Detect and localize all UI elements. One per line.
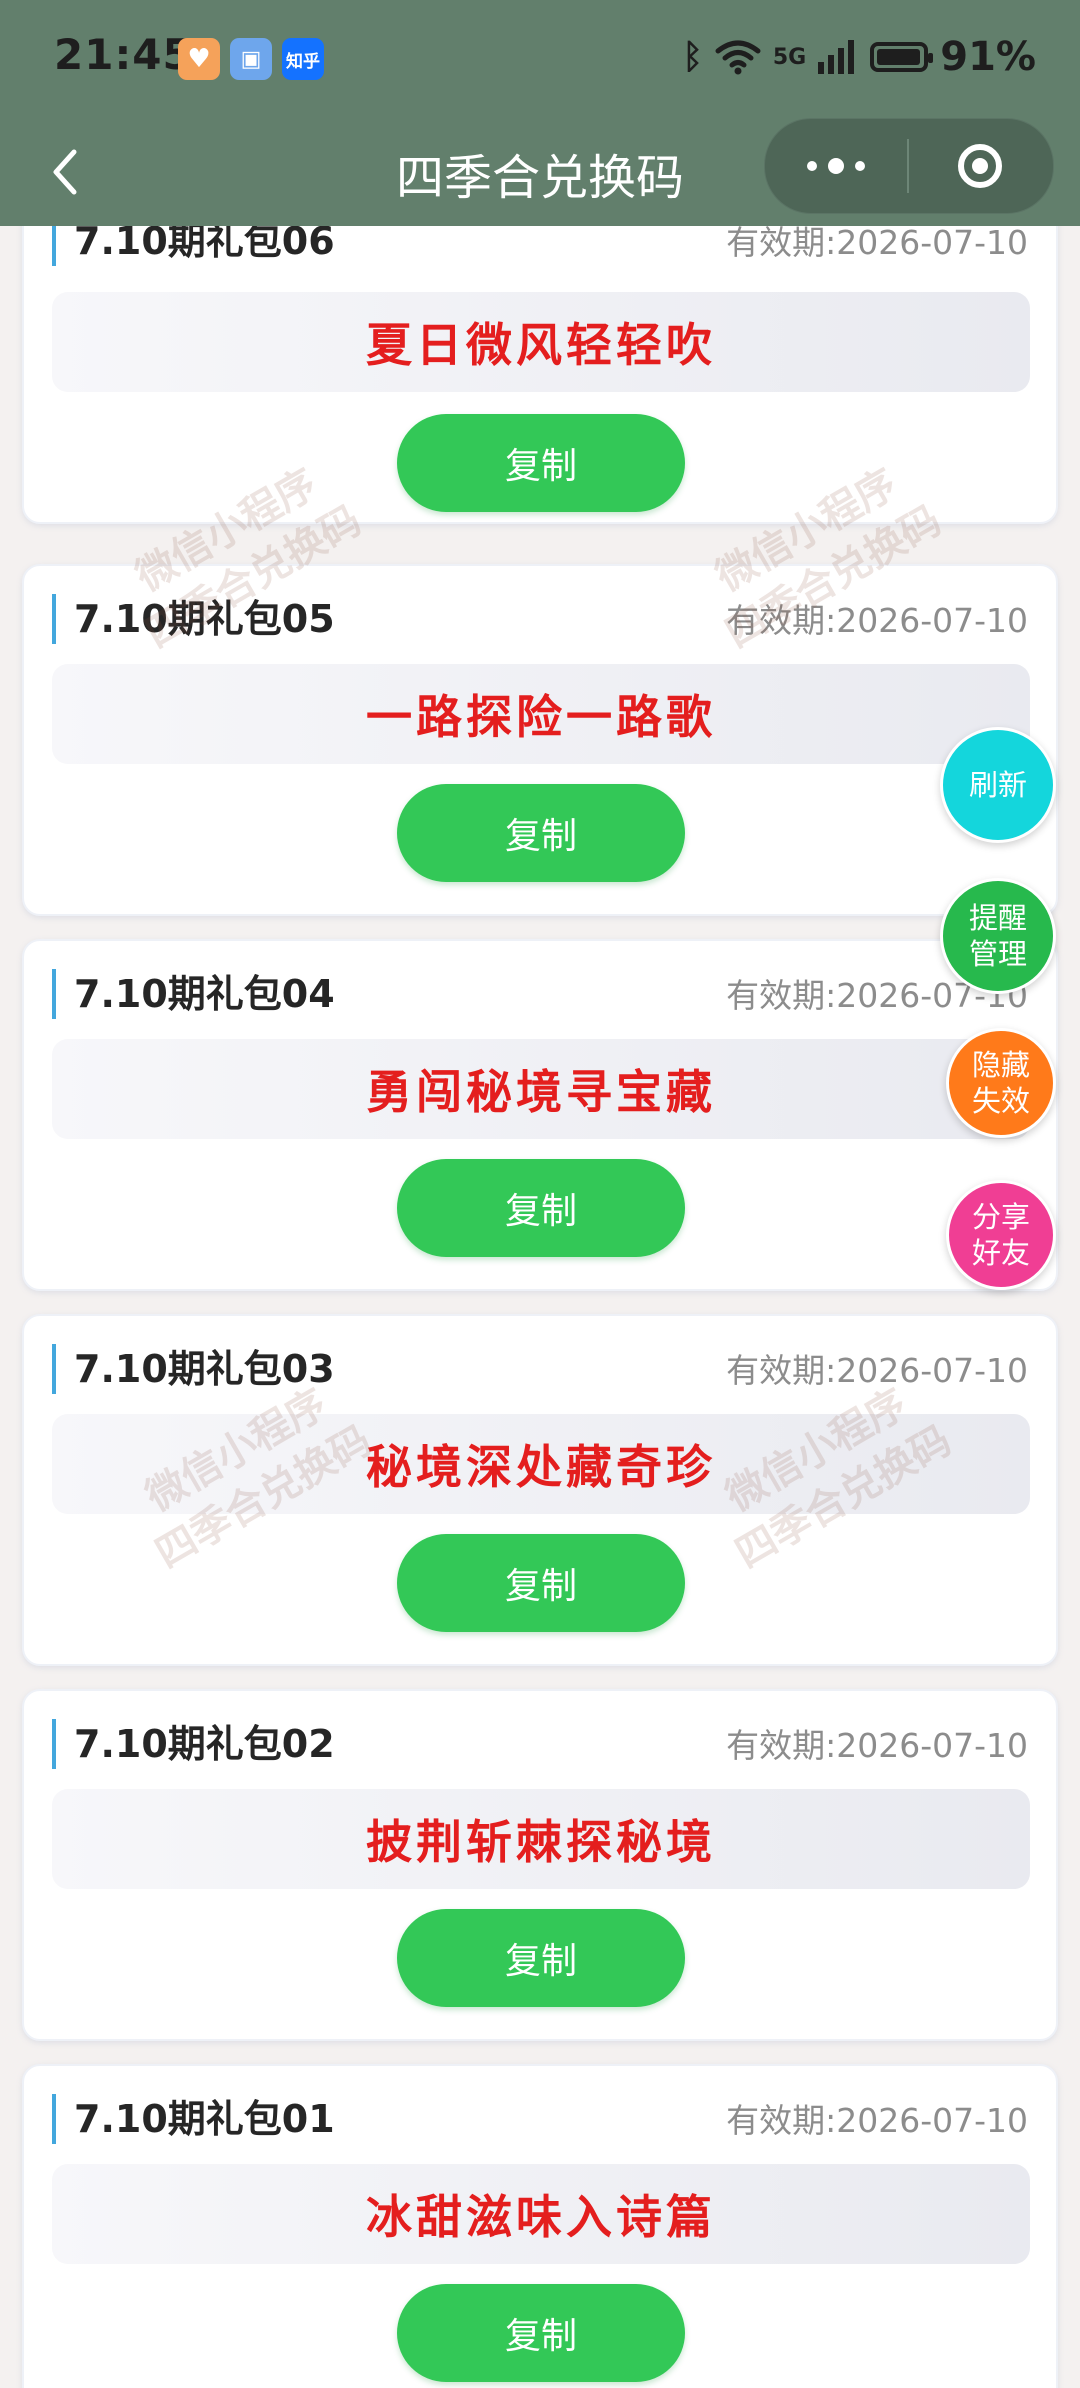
label-line: 失效 — [971, 1084, 1030, 1118]
reminder-manage-label: 提醒 管理 — [969, 900, 1027, 972]
card-title: 7.10期礼包05 — [52, 594, 335, 644]
card-expiry: 有效期:2026-07-10 — [726, 598, 1028, 644]
close-mini-program-button[interactable] — [909, 119, 1051, 213]
copy-button[interactable]: 复制 — [397, 1159, 685, 1257]
expiry-date: 2026-07-10 — [836, 1726, 1028, 1765]
redeem-code: 一路探险一路歌 — [52, 664, 1030, 764]
battery-percent: 91% — [940, 34, 1036, 80]
expiry-date: 2026-07-10 — [836, 1351, 1028, 1390]
redeem-code: 秘境深处藏奇珍 — [52, 1414, 1030, 1514]
copy-button[interactable]: 复制 — [397, 2284, 685, 2382]
redeem-code: 披荆斩棘探秘境 — [52, 1789, 1030, 1889]
redeem-code: 冰甜滋味入诗篇 — [52, 2164, 1030, 2264]
hide-expired-button[interactable]: 隐藏 失效 — [946, 1028, 1056, 1138]
more-button[interactable] — [765, 119, 907, 213]
copy-button[interactable]: 复制 — [397, 1909, 685, 2007]
share-friend-button[interactable]: 分享 好友 — [946, 1180, 1056, 1290]
code-card: 7.10期礼包03 有效期:2026-07-10 秘境深处藏奇珍 复制 — [22, 1314, 1058, 1666]
refresh-label: 刷新 — [968, 768, 1027, 802]
bluetooth-icon: ᛒ — [682, 37, 703, 77]
expiry-label: 有效期: — [726, 2101, 837, 2140]
card-expiry: 有效期:2026-07-10 — [726, 1348, 1028, 1394]
copy-button[interactable]: 复制 — [397, 1534, 685, 1632]
label-line: 分享 — [971, 1200, 1030, 1234]
code-list: 7.10期礼包06 有效期:2026-07-10 夏日微风轻轻吹 复制 7.10… — [0, 0, 1080, 2388]
code-card: 7.10期礼包01 有效期:2026-07-10 冰甜滋味入诗篇 复制 — [22, 2064, 1058, 2388]
expiry-label: 有效期: — [726, 1351, 837, 1390]
card-title: 7.10期礼包04 — [52, 969, 335, 1019]
card-title: 7.10期礼包03 — [52, 1344, 335, 1394]
refresh-button[interactable]: 刷新 — [940, 727, 1056, 843]
share-friend-label: 分享 好友 — [972, 1199, 1030, 1271]
code-card: 7.10期礼包04 有效期:2026-07-10 勇闯秘境寻宝藏 复制 — [22, 939, 1058, 1291]
expiry-label: 有效期: — [726, 1726, 837, 1765]
redeem-code: 夏日微风轻轻吹 — [52, 292, 1030, 392]
signal-5g-text: 5G — [772, 44, 807, 70]
expiry-label: 有效期: — [726, 223, 837, 262]
expiry-date: 2026-07-10 — [836, 601, 1028, 640]
target-icon — [958, 144, 1002, 188]
expiry-date: 2026-07-10 — [836, 223, 1028, 262]
expiry-date: 2026-07-10 — [836, 2101, 1028, 2140]
reminder-manage-button[interactable]: 提醒 管理 — [940, 878, 1056, 994]
code-card: 7.10期礼包05 有效期:2026-07-10 一路探险一路歌 复制 — [22, 564, 1058, 916]
copy-button[interactable]: 复制 — [397, 784, 685, 882]
expiry-label: 有效期: — [726, 976, 837, 1015]
copy-button[interactable]: 复制 — [397, 414, 685, 512]
mini-program-capsule — [764, 118, 1054, 214]
top-bar: 21:45 ♥ ▣ 知乎 ᛒ 5G 91% 四季合兑换码 — [0, 0, 1080, 226]
card-expiry: 有效期:2026-07-10 — [726, 2098, 1028, 2144]
label-line: 提醒 — [968, 901, 1027, 935]
card-expiry: 有效期:2026-07-10 — [726, 220, 1028, 266]
hide-expired-label: 隐藏 失效 — [972, 1047, 1030, 1119]
battery-icon — [870, 42, 934, 72]
more-dot-icon — [807, 161, 817, 171]
card-title: 7.10期礼包01 — [52, 2094, 335, 2144]
status-indicators: ᛒ 5G 91% — [682, 34, 1036, 80]
cell-signal-icon — [818, 40, 855, 74]
status-time: 21:45 — [54, 30, 193, 79]
code-card: 7.10期礼包02 有效期:2026-07-10 披荆斩棘探秘境 复制 — [22, 1689, 1058, 2041]
notification-icons: ♥ ▣ 知乎 — [178, 38, 324, 80]
label-line: 隐藏 — [971, 1048, 1030, 1082]
card-expiry: 有效期:2026-07-10 — [726, 1723, 1028, 1769]
zhihu-app-icon: 知乎 — [282, 38, 324, 80]
expiry-label: 有效期: — [726, 601, 837, 640]
more-dot-icon — [828, 158, 844, 174]
label-line: 管理 — [968, 937, 1027, 971]
redeem-code: 勇闯秘境寻宝藏 — [52, 1039, 1030, 1139]
card-title: 7.10期礼包02 — [52, 1719, 335, 1769]
more-dot-icon — [855, 161, 865, 171]
screen: 7.10期礼包06 有效期:2026-07-10 夏日微风轻轻吹 复制 7.10… — [0, 0, 1080, 2388]
wifi-icon — [715, 40, 761, 75]
navigation-bar: 四季合兑换码 — [0, 118, 1080, 226]
label-line: 好友 — [971, 1236, 1030, 1270]
id-card-app-icon: ▣ — [230, 38, 272, 80]
heart-app-icon: ♥ — [178, 38, 220, 80]
signal-5g-icon: 5G — [773, 45, 806, 70]
status-bar: 21:45 ♥ ▣ 知乎 ᛒ 5G 91% — [0, 0, 1080, 118]
